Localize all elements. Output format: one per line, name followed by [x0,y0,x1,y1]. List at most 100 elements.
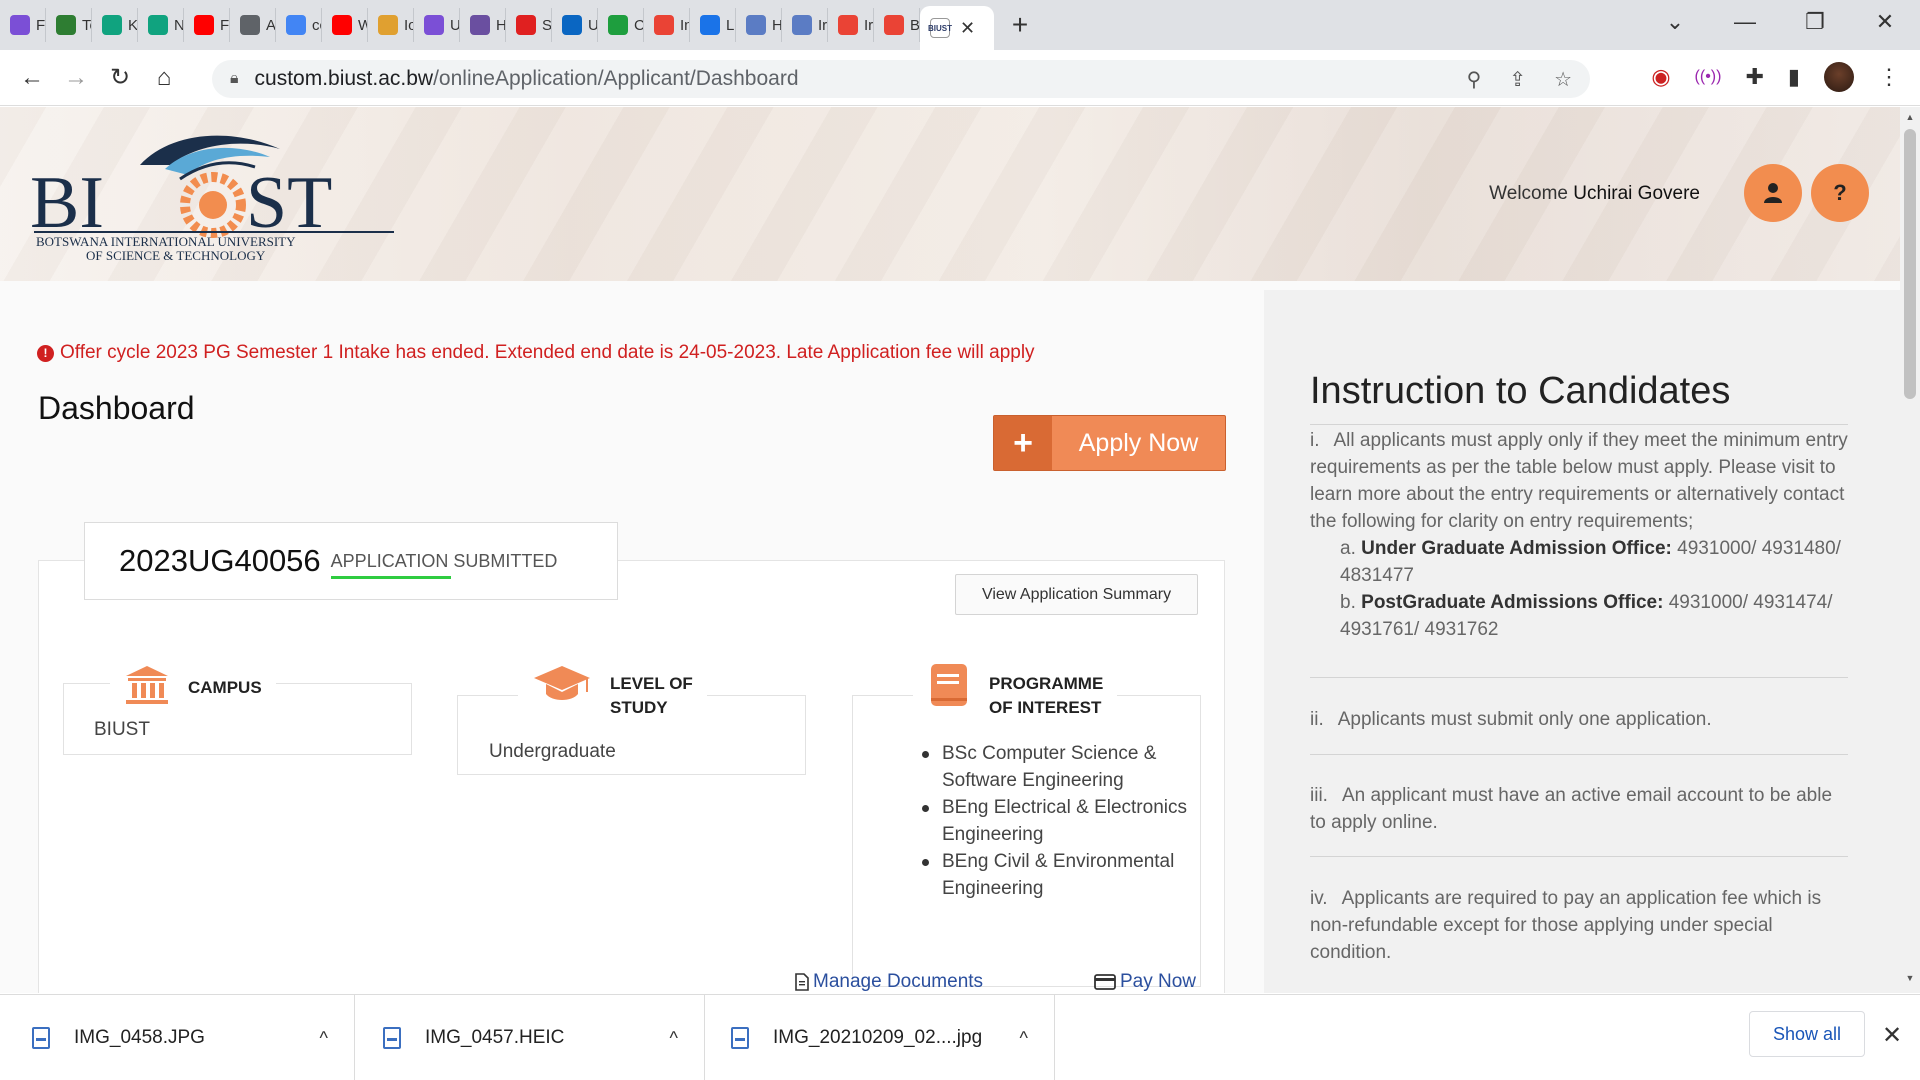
browser-tab[interactable]: Le [690,8,736,42]
user-icon [1764,183,1782,203]
share-icon[interactable]: ⇪ [1509,67,1526,92]
institution-icon [126,666,168,704]
browser-tab[interactable]: C [598,8,644,42]
puzzle-extensions-icon[interactable]: ✚ [1745,64,1763,90]
level-of-study-value: Undergraduate [489,741,616,762]
show-all-downloads-button[interactable]: Show all [1749,1011,1865,1057]
close-window-button[interactable]: ✕ [1850,9,1920,35]
file-icon [383,1027,401,1049]
view-application-summary-button[interactable]: View Application Summary [955,574,1198,615]
tab-biust-dashboard[interactable]: BIUST ✕ [920,6,994,50]
browser-tab[interactable]: W [322,8,368,42]
pay-now-link[interactable]: Pay Now [1094,971,1196,993]
scrollbar-thumb[interactable] [1904,129,1916,399]
browser-tab[interactable]: H [460,8,506,42]
browser-tab[interactable]: A [230,8,276,42]
tab-title: Le [726,16,735,34]
tab-title: Fi [36,16,46,34]
apply-now-button[interactable]: + Apply Now [993,415,1226,471]
browser-tab[interactable]: K [92,8,138,42]
tab-title: W [358,17,367,34]
side-panel-icon[interactable]: ▮ [1788,64,1800,90]
minimize-button[interactable]: — [1710,9,1780,35]
globe-icon [240,15,260,35]
browser-tab[interactable]: In [644,8,690,42]
tab-search-icon[interactable]: ⌄ [1640,9,1710,35]
chevron-up-icon[interactable]: ^ [1020,1028,1028,1049]
browser-tab[interactable]: H [736,8,782,42]
gmail-icon [654,15,674,35]
bird-icon [746,15,766,35]
u-icon [10,15,30,35]
close-tab-icon[interactable]: ✕ [960,18,975,39]
bookmark-star-icon[interactable]: ☆ [1554,67,1572,92]
contact-prefix: a. [1340,538,1356,559]
chevron-up-icon[interactable]: ^ [320,1028,328,1049]
browser-tab[interactable]: To [46,8,92,42]
divider [1310,677,1848,678]
browser-tab[interactable]: cc [276,8,322,42]
browser-tab[interactable]: Fo [184,8,230,42]
scroll-up-arrow[interactable]: ▲ [1900,112,1920,122]
browser-tab[interactable]: Ir [828,8,874,42]
programme-item: BSc Computer Science & Software Engineer… [920,740,1210,794]
home-icon[interactable]: ⌂ [142,64,186,92]
profile-avatar[interactable] [1824,62,1854,92]
browser-tab[interactable]: U [414,8,460,42]
pg-admissions-contact: b. PostGraduate Admissions Office: 49310… [1310,589,1848,643]
browser-tab[interactable]: U [552,8,598,42]
contact-label: PostGraduate Admissions Office: [1361,592,1664,613]
v-icon [56,15,76,35]
new-tab-button[interactable]: + [1000,8,1040,42]
browser-tab[interactable]: St [506,8,552,42]
back-icon[interactable]: ← [10,64,54,92]
page-scrollbar[interactable]: ▲ ▼ [1900,107,1920,993]
url-host: custom.biust.ac.bw [254,67,434,90]
g-icon [516,15,536,35]
profile-button[interactable] [1744,164,1802,222]
programme-label-line-2: OF INTEREST [989,698,1102,717]
u-icon [424,15,444,35]
chevron-up-icon[interactable]: ^ [670,1028,678,1049]
lock-icon[interactable]: 🔒︎ [230,70,239,88]
instruction-item-4: iv. Applicants are required to pay an app… [1310,885,1848,966]
browser-tab[interactable]: Io [368,8,414,42]
instruction-item-2: ii. Applicants must submit only one appli… [1310,706,1848,733]
scroll-down-arrow[interactable]: ▼ [1900,973,1920,983]
code-icon [608,15,628,35]
tab-title: H [772,16,782,34]
level-of-study-label: LEVEL OF STUDY [610,672,693,720]
h-icon [470,15,490,35]
download-item[interactable]: IMG_0457.HEIC ^ [355,995,705,1080]
tab-title: To [82,16,91,34]
book-icon [931,664,967,706]
browser-menu-icon[interactable]: ⋮ [1878,64,1900,90]
logo-line-2: OF SCIENCE & TECHNOLOGY [86,248,266,263]
broadcast-extension-icon[interactable]: ((•)) [1695,68,1722,86]
instruction-number: ii. [1310,709,1324,730]
browser-tab[interactable]: B [874,8,920,42]
help-button[interactable]: ? [1811,164,1869,222]
level-label-line-2: STUDY [610,698,668,717]
reload-icon[interactable]: ↻ [98,63,142,92]
instruction-number: iii. [1310,785,1328,806]
manage-documents-link[interactable]: Manage Documents [795,971,983,993]
location-icon[interactable]: ⚲ [1467,67,1482,92]
download-item[interactable]: IMG_0458.JPG ^ [0,995,355,1080]
info-icon [700,15,720,35]
programme-item: BEng Civil & Environmental Engineering [920,848,1210,902]
browser-toolbar: ← → ↻ ⌂ 🔒︎ custom.biust.ac.bw/onlineAppl… [0,50,1920,106]
instructions-title: Instruction to Candidates [1310,370,1731,412]
download-item[interactable]: IMG_20210209_02....jpg ^ [705,995,1055,1080]
forward-icon[interactable]: → [54,64,98,92]
browser-tab[interactable]: Ir [782,8,828,42]
close-downloads-icon[interactable]: ✕ [1882,1021,1902,1050]
url-path: /onlineApplication/Applicant/Dashboard [433,67,799,90]
alert-text: Offer cycle 2023 PG Semester 1 Intake ha… [60,342,1035,363]
opera-extension-icon[interactable]: ◉ [1651,64,1670,90]
address-bar[interactable]: 🔒︎ custom.biust.ac.bw/onlineApplication/… [212,60,1590,98]
restore-button[interactable]: ❐ [1780,9,1850,35]
browser-tab[interactable]: Fi [0,8,46,42]
welcome-message: Welcome Uchirai Govere [1489,183,1700,205]
browser-tab[interactable]: N [138,8,184,42]
